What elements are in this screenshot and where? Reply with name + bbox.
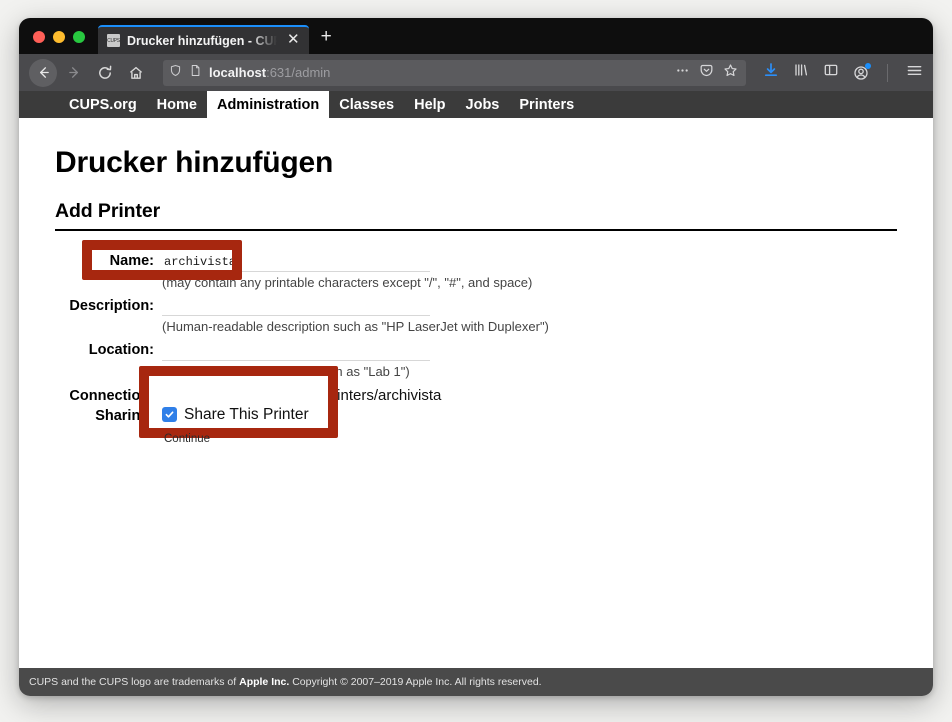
tab-strip: CUPS Drucker hinzufügen - CUPS 2. ✕ + (19, 18, 933, 54)
forward-icon[interactable] (60, 59, 88, 87)
ellipsis-icon[interactable] (675, 64, 690, 82)
page-footer: CUPS and the CUPS logo are trademarks of… (19, 668, 933, 696)
share-printer-checkbox[interactable] (162, 407, 177, 422)
url-text[interactable]: localhost:631/admin (209, 65, 668, 80)
form-row-sharing: Sharing: Share This Printer Continue (55, 406, 897, 445)
sidebar-icon[interactable] (823, 62, 839, 83)
sharing-label: Sharing: (95, 408, 154, 424)
url-host: localhost (209, 65, 267, 80)
new-tab-button[interactable]: + (309, 27, 342, 54)
browser-toolbar-actions (757, 62, 923, 83)
menu-icon[interactable] (906, 63, 923, 83)
add-printer-form: Name: (may contain any printable charact… (55, 240, 897, 445)
footer-text-before: CUPS and the CUPS logo are trademarks of (29, 676, 240, 688)
cups-navigation-bar: CUPS.org Home Administration Classes Hel… (19, 91, 933, 118)
footer-text: CUPS and the CUPS logo are trademarks of… (29, 676, 542, 688)
share-printer-label: Share This Printer (184, 405, 309, 423)
page-body: Drucker hinzufügen Add Printer Name: (ma… (19, 118, 933, 668)
share-printer-row[interactable]: Share This Printer (162, 406, 897, 424)
account-icon[interactable] (853, 62, 871, 81)
back-icon[interactable] (29, 58, 57, 87)
close-tab-icon[interactable]: ✕ (284, 32, 303, 49)
minimize-window-button[interactable] (53, 31, 65, 43)
tab-title: Drucker hinzufügen - CUPS 2. (127, 33, 277, 48)
form-row-name: Name: (may contain any printable charact… (55, 253, 897, 296)
form-row-location: Location: (Human-readable location such … (55, 342, 897, 385)
cups-favicon-icon: CUPS (107, 34, 120, 47)
name-input[interactable] (162, 254, 430, 272)
window-controls (19, 31, 98, 54)
account-notification-badge (865, 62, 871, 69)
address-bar-actions (675, 63, 740, 83)
star-icon[interactable] (723, 63, 738, 83)
nav-item-help[interactable]: Help (404, 91, 455, 118)
page-content: CUPS.org Home Administration Classes Hel… (19, 91, 933, 696)
description-label: Description: (69, 297, 154, 314)
page-title: Drucker hinzufügen (55, 146, 334, 179)
connection-label: Connection: (69, 387, 154, 404)
location-input[interactable] (162, 343, 430, 361)
location-label: Location: (88, 342, 154, 358)
continue-button[interactable]: Continue (164, 433, 210, 445)
reload-icon[interactable] (91, 59, 119, 87)
library-icon[interactable] (793, 62, 809, 83)
home-icon[interactable] (122, 59, 150, 87)
pocket-icon[interactable] (699, 63, 714, 83)
description-hint: (Human-readable description such as "HP … (162, 319, 549, 334)
footer-text-after: Copyright © 2007–2019 Apple Inc. All rig… (289, 676, 542, 688)
description-input[interactable] (162, 299, 430, 316)
nav-item-administration[interactable]: Administration (206, 91, 330, 118)
shield-icon[interactable] (169, 64, 182, 82)
name-label: Name: (109, 253, 154, 269)
form-row-description: Description: (Human-readable description… (55, 298, 897, 341)
close-window-button[interactable] (33, 31, 45, 43)
toolbar-divider (887, 63, 888, 82)
url-path: :631/admin (266, 65, 331, 80)
nav-item-home[interactable]: Home (147, 91, 207, 118)
connection-value: ipp://192.168.0.177:631/printers/archivi… (162, 386, 442, 404)
browser-window: CUPS Drucker hinzufügen - CUPS 2. ✕ + lo… (19, 18, 933, 696)
download-icon[interactable] (763, 62, 779, 83)
maximize-window-button[interactable] (73, 31, 85, 43)
section-title: Add Printer (55, 200, 897, 231)
browser-tab[interactable]: CUPS Drucker hinzufügen - CUPS 2. ✕ (98, 25, 309, 54)
location-hint: (Human-readable location such as "Lab 1"… (162, 363, 410, 379)
form-row-connection: Connection: ipp://192.168.0.177:631/prin… (55, 387, 897, 404)
nav-item-jobs[interactable]: Jobs (456, 91, 510, 118)
nav-item-classes[interactable]: Classes (329, 91, 404, 118)
nav-item-printers[interactable]: Printers (509, 91, 584, 118)
name-hint: (may contain any printable characters ex… (162, 274, 533, 290)
footer-brand: Apple Inc. (239, 676, 290, 688)
page-icon (189, 64, 202, 82)
address-bar[interactable]: localhost:631/admin (163, 59, 746, 86)
nav-item-cups-org[interactable]: CUPS.org (59, 91, 147, 118)
navigation-toolbar: localhost:631/admin (19, 54, 933, 91)
